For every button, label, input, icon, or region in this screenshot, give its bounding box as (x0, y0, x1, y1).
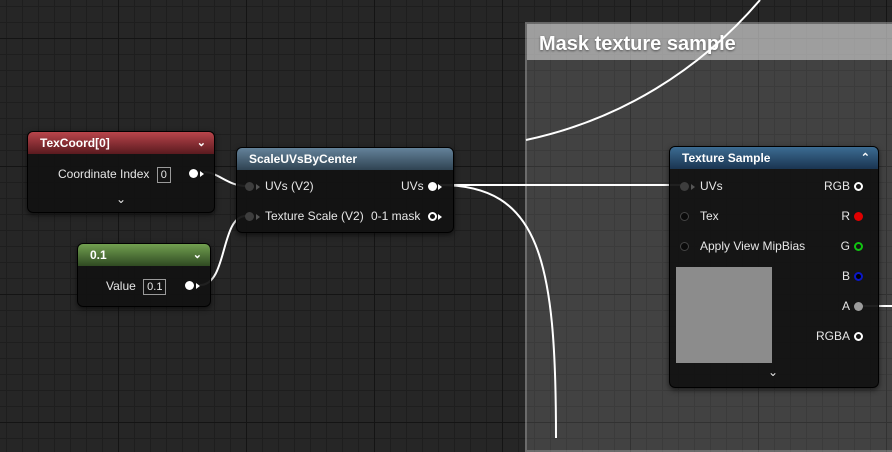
uvs-input-pin[interactable] (680, 182, 689, 191)
texture-scale-input-pin[interactable] (245, 212, 254, 221)
constant-output-pin[interactable] (185, 281, 194, 290)
collapse-chevron-icon[interactable]: ⌄ (197, 132, 206, 154)
coordinate-index-label: Coordinate Index (58, 167, 150, 181)
mask-output-label: 0-1 mask (371, 209, 421, 223)
texture-sample-node[interactable]: Texture Sample ⌃ UVs Tex Apply View MipB… (669, 146, 879, 388)
b-output-label: B (841, 269, 850, 283)
texcoord-output-arrow-icon (200, 171, 204, 177)
constant-node-header[interactable]: 0.1 ⌄ (78, 244, 210, 266)
rgba-output-pin[interactable] (854, 332, 863, 341)
mipbias-input-pin[interactable] (680, 242, 689, 251)
constant-node[interactable]: 0.1 ⌄ Value 0.1 (77, 243, 211, 307)
mipbias-input-label: Apply View MipBias (700, 239, 806, 253)
texture-sample-node-header[interactable]: Texture Sample ⌃ (670, 147, 878, 169)
texture-preview-thumbnail (676, 267, 772, 363)
collapse-chevron-icon[interactable]: ⌄ (193, 244, 202, 266)
expand-chevron-icon[interactable]: ⌄ (768, 365, 778, 379)
uvs-input-arrow-icon (256, 184, 260, 190)
collapse-chevron-icon[interactable]: ⌃ (861, 147, 870, 169)
texcoord-node-title: TexCoord[0] (40, 136, 110, 150)
mask-output-pin[interactable] (428, 212, 437, 221)
coordinate-index-field[interactable]: 0 (156, 166, 171, 183)
constant-output-arrow-icon (196, 283, 200, 289)
tex-input-pin[interactable] (680, 212, 689, 221)
rgb-output-pin[interactable] (854, 182, 863, 191)
texture-sample-node-title: Texture Sample (682, 151, 771, 165)
scale-uvs-node-title: ScaleUVsByCenter (249, 152, 358, 166)
b-output-pin[interactable] (854, 272, 863, 281)
scale-uvs-node[interactable]: ScaleUVsByCenter UVs (V2) Texture Scale … (236, 147, 454, 233)
coordinate-index-row: Coordinate Index 0 (58, 164, 171, 184)
uvs-input-label: UVs (700, 179, 723, 193)
value-label: Value (106, 279, 136, 293)
rgba-output-label: RGBA (815, 329, 850, 343)
r-output-pin[interactable] (854, 212, 863, 221)
g-output-label: G (840, 239, 850, 253)
uvs-output-label: UVs (401, 179, 424, 193)
scale-uvs-node-header[interactable]: ScaleUVsByCenter (237, 148, 453, 170)
uvs-input-label: UVs (V2) (265, 179, 314, 193)
value-row: Value 0.1 (106, 276, 167, 296)
uvs-input-arrow-icon (691, 184, 695, 190)
expand-chevron-icon[interactable]: ⌄ (116, 192, 126, 206)
texture-scale-input-arrow-icon (256, 214, 260, 220)
texcoord-output-pin[interactable] (189, 169, 198, 178)
tex-input-label: Tex (700, 209, 719, 223)
texture-scale-input-label: Texture Scale (V2) (265, 209, 364, 223)
value-field[interactable]: 0.1 (143, 278, 167, 295)
uvs-output-pin[interactable] (428, 182, 437, 191)
texcoord-node[interactable]: TexCoord[0] ⌄ Coordinate Index 0 ⌄ (27, 131, 215, 213)
uvs-input-pin[interactable] (245, 182, 254, 191)
rgb-output-label: RGB (823, 179, 850, 193)
r-output-label: R (841, 209, 850, 223)
constant-node-title: 0.1 (90, 248, 107, 262)
a-output-label: A (841, 299, 850, 313)
g-output-pin[interactable] (854, 242, 863, 251)
uvs-output-arrow-icon (438, 184, 442, 190)
comment-title[interactable]: Mask texture sample (527, 24, 892, 60)
mask-output-arrow-icon (438, 214, 442, 220)
a-output-pin[interactable] (854, 302, 863, 311)
texcoord-node-header[interactable]: TexCoord[0] ⌄ (28, 132, 214, 154)
